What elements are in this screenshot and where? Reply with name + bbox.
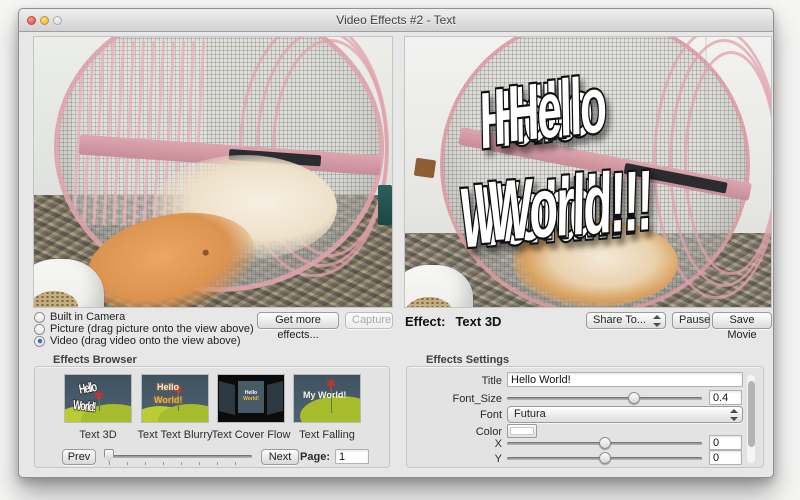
get-more-effects-button[interactable]: Get more effects... [257, 312, 339, 341]
slider-thumb[interactable] [627, 392, 640, 404]
wheel-rim-ring [684, 51, 771, 275]
thumb-caption: Text Falling [299, 429, 355, 441]
font-size-slider[interactable] [507, 392, 702, 404]
share-to-label: Share To... [593, 314, 646, 326]
coverflow-side-panel [219, 381, 235, 415]
browser-page-slider[interactable] [103, 449, 252, 462]
thumb-3d-text: World! [72, 397, 97, 415]
x-input[interactable] [709, 435, 742, 450]
slider-thumb[interactable] [598, 437, 611, 449]
thumb-caption: Text Cover Flow [211, 429, 291, 441]
settings-scrollbar[interactable] [747, 375, 755, 463]
effects-browser-panel: Hello World! Hello World! Hello World! M… [34, 366, 390, 468]
font-popup-value: Futura [514, 408, 546, 420]
prev-button[interactable]: Prev [62, 449, 96, 465]
radio-label: Picture (drag picture onto the view abov… [50, 323, 254, 335]
capture-button[interactable]: Capture [345, 312, 393, 329]
thumb-falling-text: My World! [303, 390, 347, 400]
slider-thumb[interactable] [598, 452, 611, 464]
coverflow-text: World! [243, 396, 259, 402]
effects-settings-panel: Title Font_Size Font Futura Color X Y [406, 366, 764, 468]
font-size-label: Font_Size [452, 393, 502, 405]
wheel-mount [413, 157, 437, 179]
page-input[interactable] [335, 449, 369, 464]
color-swatch [510, 427, 534, 435]
font-size-input[interactable] [709, 390, 742, 405]
pause-button[interactable]: Pause [672, 312, 710, 329]
font-label: Font [479, 409, 502, 421]
thumb-3d-text: Hello [77, 379, 98, 398]
save-movie-button[interactable]: Save Movie [712, 312, 772, 341]
color-label: Color [475, 426, 502, 438]
radio-icon [34, 311, 45, 323]
y-label: Y [494, 453, 502, 465]
window-title: Video Effects #2 - Text [336, 13, 456, 27]
x-label: X [494, 438, 502, 450]
slider-ticks [109, 462, 251, 465]
effects-settings-title: Effects Settings [426, 354, 510, 366]
flower-stem [99, 397, 100, 411]
coverflow-center-panel: Hello World! [238, 381, 264, 413]
thumb-caption: Text Text Blurry [137, 429, 213, 441]
effect-thumb-text-cover-flow[interactable]: Hello World! [218, 375, 284, 422]
seeds [34, 291, 78, 307]
hamster-eye [202, 249, 210, 257]
font-popup[interactable]: Futura [507, 406, 743, 423]
coverflow-side-panel [267, 381, 283, 415]
radio-icon [34, 323, 45, 335]
text3d-front: World!!! [486, 150, 654, 260]
title-input[interactable] [507, 372, 743, 387]
slider-thumb[interactable] [103, 449, 114, 462]
thumb-caption: Text 3D [79, 429, 117, 441]
effect-thumb-text-text-blurry[interactable]: Hello World! [142, 375, 208, 422]
popup-stepper-icon [653, 315, 661, 327]
thumb-blurry-text: World! [154, 395, 183, 405]
y-slider[interactable] [507, 452, 702, 464]
effect-video-preview: Hello Hello Hello World!!! World!!! Worl… [405, 37, 771, 307]
scrollbar-thumb[interactable] [747, 381, 755, 447]
share-to-popup[interactable]: Share To... [586, 312, 666, 329]
page-label: Page: [300, 451, 330, 463]
popup-stepper-icon [730, 409, 738, 421]
minimize-button[interactable] [40, 16, 49, 25]
radio-picture[interactable]: Picture (drag picture onto the view abov… [34, 323, 254, 335]
radio-label: Video (drag video onto the view above) [50, 335, 241, 347]
effect-label: Effect: [405, 314, 446, 329]
radio-built-in-camera[interactable]: Built in Camera [34, 311, 125, 323]
effect-thumb-text-3d[interactable]: Hello World! [65, 375, 131, 422]
radio-video[interactable]: Video (drag video onto the view above) [34, 335, 241, 347]
radio-label: Built in Camera [50, 311, 126, 323]
color-well[interactable] [507, 424, 537, 438]
cage-accessory [378, 185, 392, 225]
source-video-preview[interactable] [34, 37, 392, 307]
app-window: Video Effects #2 - Text Hello Hello Hell… [18, 8, 774, 478]
x-slider[interactable] [507, 437, 702, 449]
close-button[interactable] [27, 16, 36, 25]
radio-icon [34, 335, 45, 347]
effect-thumb-text-falling[interactable]: My World! [294, 375, 360, 422]
zoom-button[interactable] [53, 16, 62, 25]
titlebar[interactable]: Video Effects #2 - Text [19, 9, 773, 32]
text3d-front: Hello [505, 59, 607, 161]
effect-name: Text 3D [455, 314, 502, 329]
y-input[interactable] [709, 450, 742, 465]
effects-browser-title: Effects Browser [53, 354, 137, 366]
thumb-blurry-text: Hello [157, 382, 180, 392]
title-label: Title [481, 375, 502, 387]
seeds [405, 297, 453, 307]
effect-heading: Effect: Text 3D [405, 314, 501, 329]
